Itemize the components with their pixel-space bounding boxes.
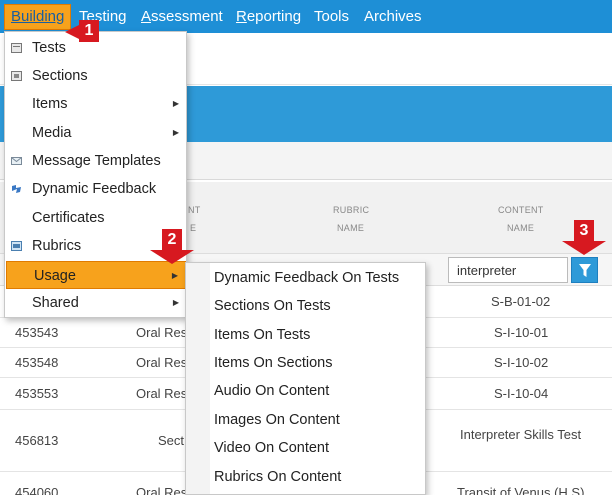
cell-id: 453548 — [15, 355, 59, 370]
menu-item-label: Media — [32, 125, 72, 141]
menu-item-label: Sections — [32, 68, 88, 84]
nav-assessment[interactable]: Assessment — [141, 0, 223, 33]
submenu-item-video-on-content[interactable]: Video On Content — [214, 434, 414, 462]
menu-item-sections[interactable]: Sections — [5, 62, 186, 90]
menu-item-label: Usage — [34, 268, 76, 284]
cell-content-name: S-I-10-01 — [494, 325, 549, 340]
submenu-item-rubrics-on-content[interactable]: Rubrics On Content — [214, 463, 414, 491]
menu-item-label: Rubrics — [32, 238, 82, 254]
menu-item-label: Dynamic Feedback — [32, 181, 157, 197]
cell-type: Oral Res — [136, 485, 188, 495]
menu-item-usage[interactable]: Usage ▶ — [6, 261, 186, 289]
rubric-icon — [11, 241, 22, 251]
submenu-item-images-on-content[interactable]: Images On Content — [214, 406, 414, 434]
column-header-partial-2: E — [190, 223, 197, 233]
menu-item-label: Tests — [32, 40, 66, 56]
column-header-content[interactable]: CONTENT — [498, 205, 544, 215]
nav-archives[interactable]: Archives — [364, 0, 422, 33]
nav-tools[interactable]: Tools — [314, 0, 349, 33]
cell-content-name: Transit of Venus (H.S) — [457, 485, 585, 495]
submenu-item-sections-on-tests[interactable]: Sections On Tests — [214, 292, 414, 320]
submenu-arrow-icon: ▶ — [172, 99, 179, 108]
nav-building[interactable]: Building — [4, 4, 72, 30]
menu-item-media[interactable]: Media ▶ — [5, 119, 186, 147]
envelope-icon — [11, 157, 22, 165]
submenu-item-dynamic-feedback-on-tests[interactable]: Dynamic Feedback On Tests — [214, 264, 414, 292]
callout-arrow-left-icon — [65, 24, 81, 40]
content-name-filter-input[interactable] — [448, 257, 568, 283]
cell-content-name: S-I-10-02 — [494, 355, 549, 370]
submenu-gutter — [186, 263, 210, 494]
column-header-rubric-name: NAME — [337, 223, 365, 233]
submenu-item-items-on-sections[interactable]: Items On Sections — [214, 349, 414, 377]
cell-type: Sect — [158, 433, 185, 448]
usage-submenu: Dynamic Feedback On Tests Sections On Te… — [185, 262, 426, 495]
cell-id: 454060 — [15, 485, 59, 495]
column-header-rubric[interactable]: RUBRIC — [333, 205, 369, 215]
cell-id: 453553 — [15, 386, 59, 401]
menu-item-items[interactable]: Items ▶ — [5, 90, 186, 118]
submenu-arrow-icon: ▶ — [172, 128, 179, 137]
menu-item-certificates[interactable]: Certificates — [5, 204, 186, 232]
menu-item-label: Items — [32, 96, 68, 112]
test-icon — [11, 43, 22, 53]
puzzle-icon — [12, 185, 21, 193]
menu-item-message-templates[interactable]: Message Templates — [5, 147, 186, 175]
cell-type: Oral Res — [136, 355, 188, 370]
submenu-arrow-icon: ▶ — [172, 298, 179, 307]
menu-item-label: Message Templates — [32, 153, 161, 169]
menu-item-label: Certificates — [32, 210, 105, 226]
menu-item-label: Shared — [32, 295, 79, 311]
submenu-arrow-icon: ▶ — [171, 271, 178, 280]
cell-id: 453543 — [15, 325, 59, 340]
cell-content-name: Interpreter Skills Test — [460, 427, 582, 442]
building-menu: Tests Sections Items ▶ Media ▶ Message T… — [4, 31, 187, 318]
column-header-content-name: NAME — [507, 223, 535, 233]
filter-button[interactable] — [571, 257, 598, 283]
callout-marker-2: 2 — [162, 229, 182, 251]
callout-marker-1: 1 — [79, 20, 99, 42]
submenu-item-items-on-tests[interactable]: Items On Tests — [214, 321, 414, 349]
callout-arrow-down-icon — [150, 250, 194, 264]
cell-type: Oral Res — [136, 386, 188, 401]
callout-arrow-down-icon — [562, 241, 606, 255]
column-header-partial: NT — [188, 205, 201, 215]
cell-content-name: S-I-10-04 — [494, 386, 549, 401]
menu-item-dynamic-feedback[interactable]: Dynamic Feedback — [5, 175, 186, 203]
filter-icon — [579, 264, 591, 277]
cell-type: Oral Res — [136, 325, 188, 340]
section-icon — [11, 71, 22, 81]
callout-marker-3: 3 — [574, 220, 594, 242]
submenu-item-audio-on-content[interactable]: Audio On Content — [214, 377, 414, 405]
nav-reporting[interactable]: Reporting — [236, 0, 301, 33]
menu-item-shared[interactable]: Shared ▶ — [5, 289, 186, 317]
cell-content-name: S-B-01-02 — [491, 294, 551, 309]
cell-id: 456813 — [15, 433, 59, 448]
